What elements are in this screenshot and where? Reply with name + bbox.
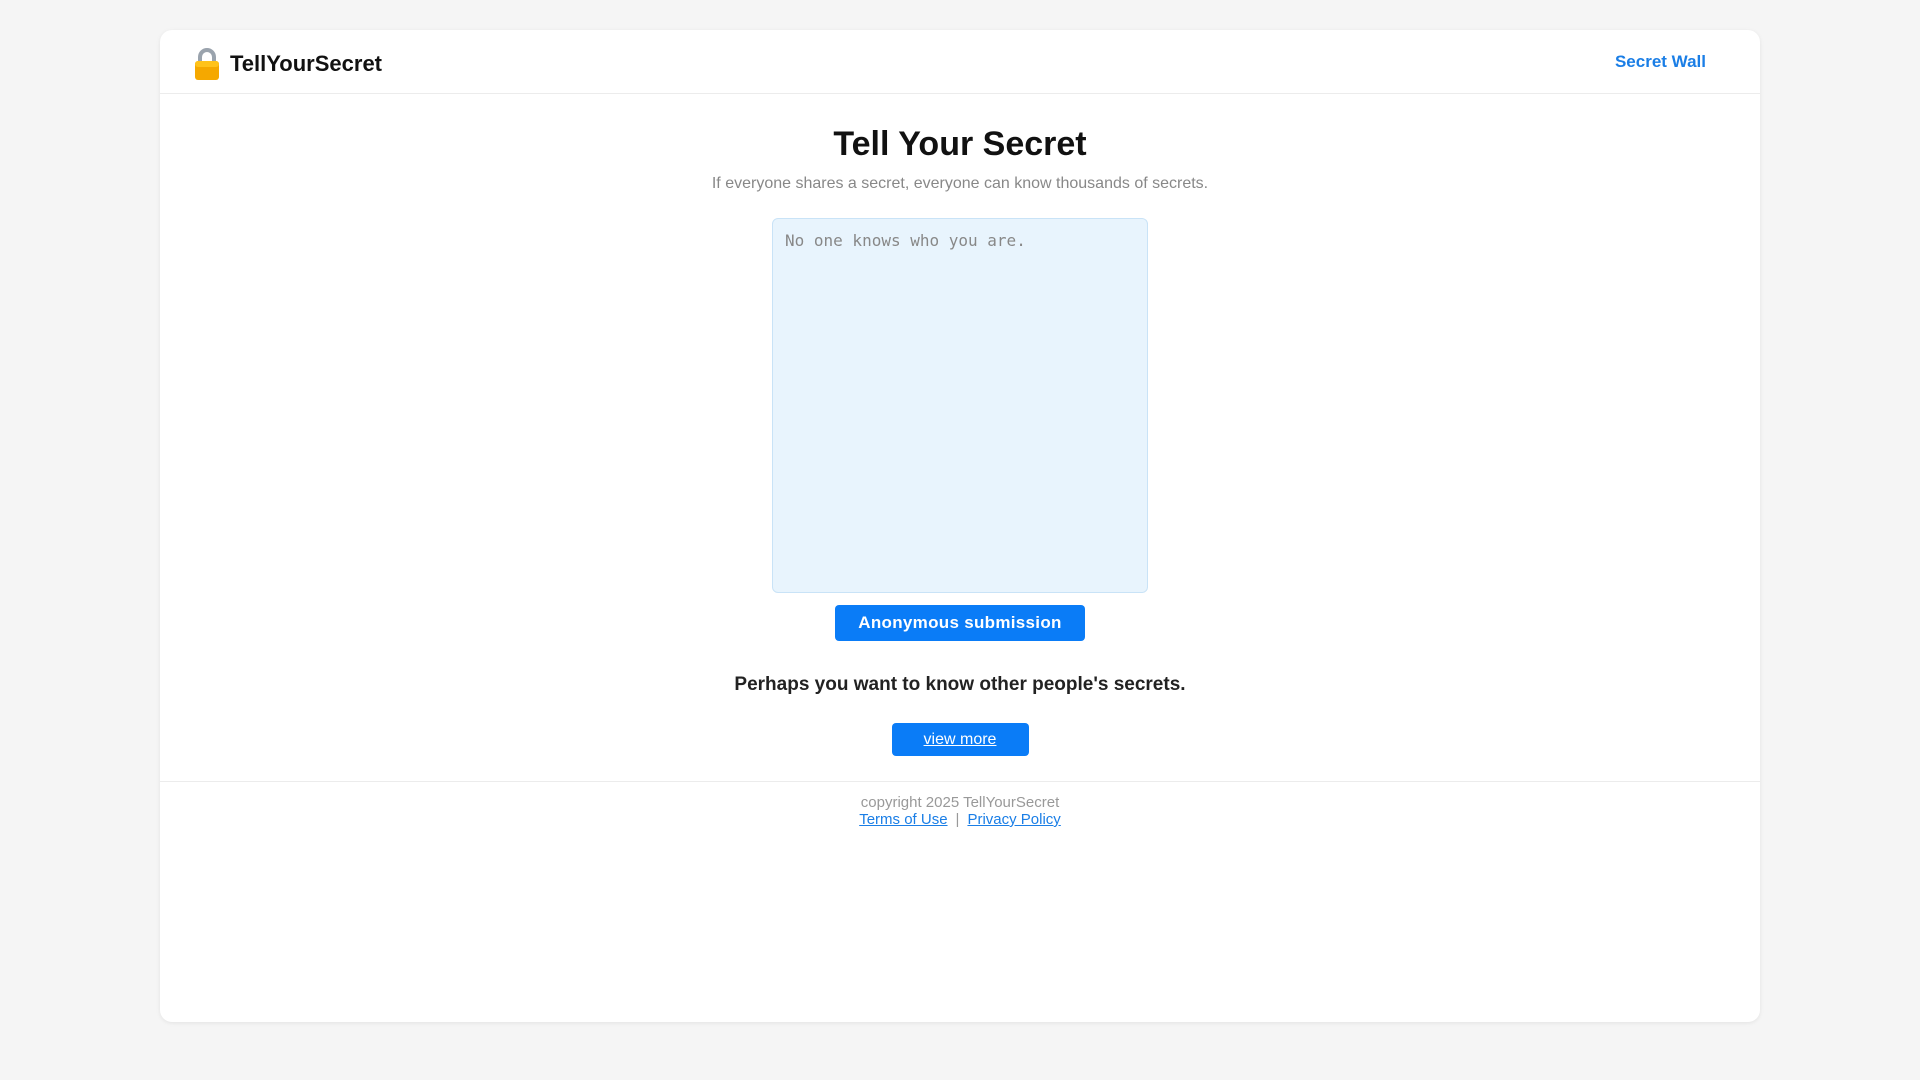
- header: TellYourSecret Secret Wall: [160, 30, 1760, 94]
- lock-icon: [194, 48, 220, 80]
- view-prompt: Perhaps you want to know other people's …: [734, 674, 1186, 695]
- main-content: Tell Your Secret If everyone shares a se…: [160, 94, 1760, 756]
- page-title: Tell Your Secret: [833, 125, 1087, 163]
- footer: copyright 2025 TellYourSecret Terms of U…: [160, 781, 1760, 828]
- terms-link[interactable]: Terms of Use: [859, 811, 947, 828]
- footer-links: Terms of Use | Privacy Policy: [160, 811, 1760, 828]
- anonymous-submit-button[interactable]: Anonymous submission: [835, 605, 1085, 641]
- secret-textarea[interactable]: [772, 218, 1148, 593]
- secret-wall-link[interactable]: Secret Wall: [1615, 52, 1706, 72]
- view-more-button[interactable]: view more: [891, 723, 1029, 756]
- page-card: TellYourSecret Secret Wall Tell Your Sec…: [160, 30, 1760, 1022]
- brand[interactable]: TellYourSecret: [194, 48, 382, 80]
- page-subtitle: If everyone shares a secret, everyone ca…: [711, 175, 1209, 192]
- brand-name: TellYourSecret: [230, 51, 383, 76]
- copyright-text: copyright 2025 TellYourSecret: [860, 794, 1060, 811]
- privacy-link[interactable]: Privacy Policy: [967, 811, 1060, 828]
- footer-separator: |: [955, 811, 960, 828]
